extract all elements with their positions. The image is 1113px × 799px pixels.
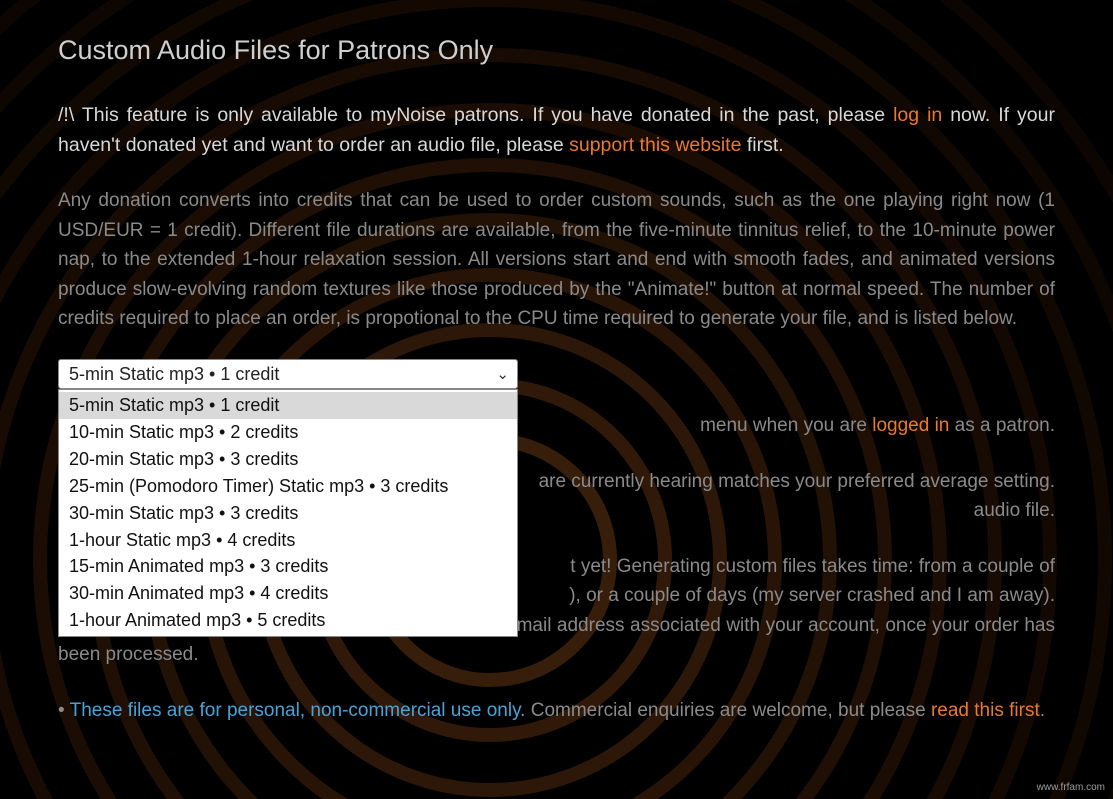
logged-in-link[interactable]: logged in [872, 415, 949, 436]
text: audio file. [974, 500, 1055, 521]
personal-use-note: These files are for personal, non-commer… [70, 700, 526, 721]
text: . [1040, 700, 1045, 721]
text: menu when you are [700, 415, 872, 436]
duration-selected-value: 5-min Static mp3 • 1 credit [69, 361, 279, 389]
duration-option[interactable]: 30-min Static mp3 • 3 credits [59, 500, 517, 527]
duration-option[interactable]: 10-min Static mp3 • 2 credits [59, 419, 517, 446]
duration-option[interactable]: 15-min Animated mp3 • 3 credits [59, 553, 517, 580]
support-link[interactable]: support this website [569, 134, 741, 156]
text: t yet! Generating custom files takes tim… [570, 552, 1055, 581]
chevron-down-icon: ⌄ [496, 363, 509, 386]
login-link[interactable]: log in [893, 104, 942, 126]
text: Commercial enquiries are welcome, but pl… [525, 700, 931, 721]
duration-option[interactable]: 1-hour Static mp3 • 4 credits [59, 527, 517, 554]
duration-select[interactable]: 5-min Static mp3 • 1 credit ⌄ [58, 359, 518, 389]
text: ), or a couple of days (my server crashe… [569, 581, 1055, 610]
intro-text: /!\ This feature is only available to my… [58, 104, 893, 126]
intro-text-3: first. [741, 134, 783, 156]
duration-dropdown: 5-min Static mp3 • 1 credit 10-min Stati… [58, 389, 518, 636]
credits-explanation: Any donation converts into credits that … [58, 186, 1055, 333]
read-this-first-link[interactable]: read this first [931, 700, 1040, 721]
intro-paragraph: /!\ This feature is only available to my… [58, 100, 1055, 160]
text: as a patron. [949, 415, 1055, 436]
main-content: Custom Audio Files for Patrons Only /!\ … [0, 0, 1113, 791]
duration-option[interactable]: 30-min Animated mp3 • 4 credits [59, 580, 517, 607]
page-title: Custom Audio Files for Patrons Only [58, 30, 1055, 72]
duration-option[interactable]: 25-min (Pomodoro Timer) Static mp3 • 3 c… [59, 473, 517, 500]
duration-option[interactable]: 5-min Static mp3 • 1 credit [59, 392, 517, 419]
watermark: www.frfam.com [1037, 782, 1105, 793]
duration-option[interactable]: 20-min Static mp3 • 3 credits [59, 446, 517, 473]
text: are currently hearing matches your prefe… [539, 471, 1055, 492]
personal-use-paragraph: • These files are for personal, non-comm… [58, 696, 1055, 725]
duration-option[interactable]: 1-hour Animated mp3 • 5 credits [59, 607, 517, 634]
bullet: • [58, 700, 70, 721]
duration-select-wrap: 5-min Static mp3 • 1 credit ⌄ 5-min Stat… [58, 359, 1055, 389]
